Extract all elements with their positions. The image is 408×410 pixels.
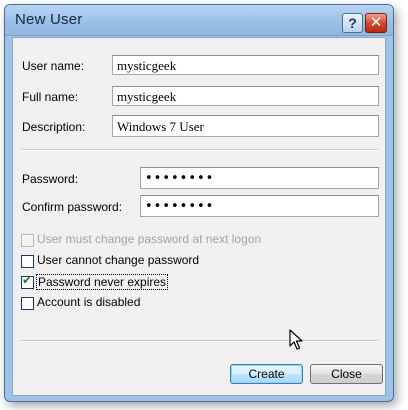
separator: [21, 149, 378, 151]
password-never-expires-checkbox[interactable]: ✔: [21, 273, 34, 289]
help-button[interactable]: ?: [342, 13, 363, 33]
must-change-password-label: User must change password at next logon: [37, 232, 262, 246]
full-name-input[interactable]: mysticgeek: [112, 86, 379, 106]
user-name-label: User name:: [22, 59, 85, 73]
create-button[interactable]: Create: [230, 364, 303, 384]
description-label: Description:: [22, 120, 86, 134]
user-name-input[interactable]: mysticgeek: [112, 55, 379, 75]
full-name-label: Full name:: [22, 90, 79, 104]
dialog-body: User name: mysticgeek Full name: mysticg…: [12, 37, 386, 396]
separator: [21, 340, 378, 342]
title-bar[interactable]: New User ? ✕: [5, 5, 393, 36]
checkmark-icon: ✔: [22, 273, 33, 287]
password-label: Password:: [22, 172, 79, 186]
cannot-change-password-label: User cannot change password: [37, 253, 200, 267]
title-close-button[interactable]: ✕: [365, 13, 387, 33]
dialog-title: New User: [15, 11, 83, 28]
must-change-password-checkbox: [21, 234, 34, 247]
help-icon: ?: [348, 15, 357, 31]
password-never-expires-label: Password never expires: [36, 274, 169, 290]
close-button[interactable]: Close: [310, 364, 383, 384]
cannot-change-password-checkbox[interactable]: [21, 255, 34, 268]
account-disabled-label: Account is disabled: [37, 295, 141, 309]
mouse-pointer-icon: [289, 329, 303, 350]
new-user-dialog: New User ? ✕ User name: mysticgeek Full …: [4, 4, 394, 402]
password-input[interactable]: ••••••••: [140, 167, 379, 189]
description-input[interactable]: Windows 7 User: [112, 115, 379, 137]
close-icon: ✕: [369, 14, 383, 31]
confirm-password-input[interactable]: ••••••••: [140, 195, 379, 217]
confirm-password-label: Confirm password:: [22, 200, 123, 214]
account-disabled-checkbox[interactable]: [21, 297, 34, 310]
